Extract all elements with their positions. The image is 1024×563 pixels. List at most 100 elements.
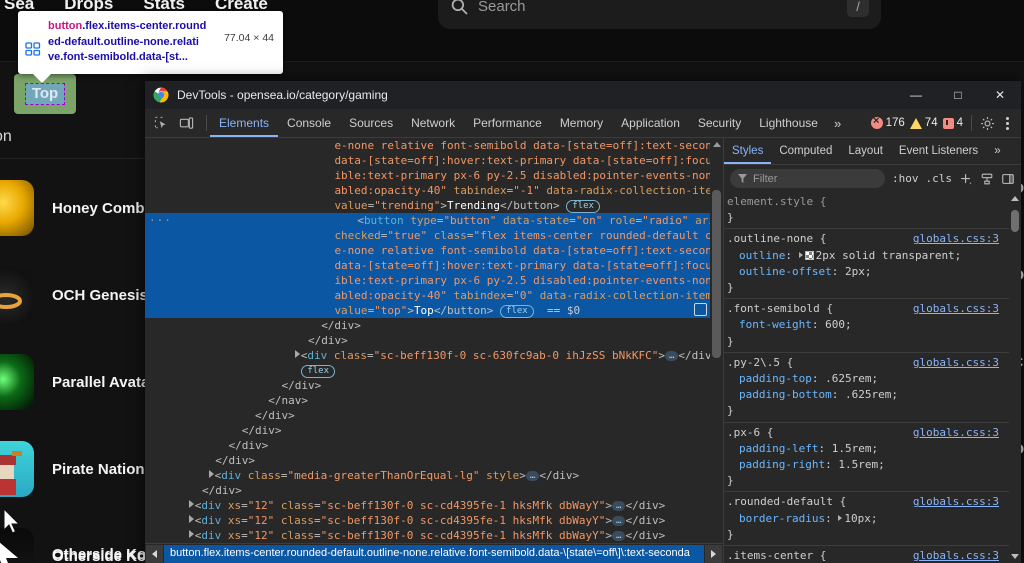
css-property[interactable]: font-weight xyxy=(727,318,812,331)
toggle-hover-state-button[interactable]: :hov xyxy=(892,172,919,185)
device-toolbar-icon[interactable] xyxy=(179,116,194,131)
breadcrumb-scroll-left[interactable] xyxy=(146,544,163,563)
dom-tree-line[interactable]: <div class="media-greaterThanOrEqual-lg"… xyxy=(145,468,723,483)
inspect-element-icon[interactable] xyxy=(154,116,169,131)
css-declaration[interactable]: font-weight: 600; xyxy=(727,317,1021,333)
styles-filter-input[interactable]: Filter xyxy=(730,169,885,188)
css-source-link[interactable]: globals.css:3 xyxy=(913,231,999,247)
expand-shorthand-icon[interactable] xyxy=(798,251,803,258)
gear-icon[interactable] xyxy=(980,116,995,131)
dom-tree-line[interactable]: e-none relative font-semibold data-[stat… xyxy=(145,138,723,153)
css-rule[interactable]: element.style {} xyxy=(724,192,1021,230)
dom-tree-line[interactable]: e-none relative font-semibold data-[stat… xyxy=(145,243,723,258)
css-value[interactable]: : 10px; xyxy=(825,512,877,525)
minimize-button[interactable]: — xyxy=(895,81,937,109)
dom-tree-line[interactable]: ible:text-primary px-6 py-2.5 disabled:p… xyxy=(145,168,723,183)
css-selector[interactable]: .py-2\.5 { xyxy=(727,356,793,369)
maximize-button[interactable]: □ xyxy=(937,81,979,109)
css-value[interactable]: : 600; xyxy=(812,318,852,331)
css-declaration[interactable]: outline-offset: 2px; xyxy=(727,264,1021,280)
collapsed-children-badge[interactable]: … xyxy=(612,501,626,511)
dom-tree-line[interactable]: flex xyxy=(145,363,723,378)
error-count-badge[interactable]: 176 xyxy=(870,115,905,129)
css-selector[interactable]: .px-6 { xyxy=(727,426,773,439)
dom-tree-line[interactable]: data-[state=off]:hover:text-primary data… xyxy=(145,258,723,273)
flex-badge[interactable]: flex xyxy=(566,200,600,213)
tab-application[interactable]: Application xyxy=(612,109,689,137)
dom-tree-line[interactable]: abled:opacity-40" tabindex="-1" data-rad… xyxy=(145,183,723,198)
css-source-link[interactable]: globals.css:3 xyxy=(913,548,999,563)
flex-badge[interactable]: flex xyxy=(301,365,336,378)
dom-tree-line[interactable]: </div> xyxy=(145,378,723,393)
css-rule[interactable]: .py-2\.5 {globals.css:3 padding-top: .625… xyxy=(724,353,1021,423)
flex-badge[interactable]: flex xyxy=(500,305,534,318)
computed-styles-sidebar-icon[interactable] xyxy=(980,172,994,186)
dom-tree-line[interactable]: </div> xyxy=(145,318,723,333)
styles-tab-event-listeners[interactable]: Event Listeners xyxy=(891,138,986,164)
css-property[interactable]: padding-left xyxy=(727,442,818,455)
color-swatch[interactable] xyxy=(804,250,814,260)
css-declaration[interactable]: outline: 2px solid transparent; xyxy=(727,248,1021,264)
tab-sources[interactable]: Sources xyxy=(340,109,402,137)
dom-tree-line[interactable]: <div class="sc-beff130f-0 sc-630fc9ab-0 … xyxy=(145,348,723,363)
expand-triangle-icon[interactable] xyxy=(208,470,214,478)
tab-memory[interactable]: Memory xyxy=(551,109,612,137)
dom-tree-scrollbar[interactable] xyxy=(710,138,723,563)
dom-tree-line[interactable]: </div> xyxy=(145,453,723,468)
search-input[interactable]: Search / xyxy=(438,0,881,29)
styles-more-tabs-icon[interactable]: » xyxy=(986,138,1008,164)
collapsed-children-badge[interactable]: … xyxy=(525,471,540,481)
styles-tab-computed[interactable]: Computed xyxy=(771,138,840,164)
css-rule[interactable]: .font-semibold {globals.css:3 font-weight… xyxy=(724,299,1021,353)
css-rule[interactable]: .px-6 {globals.css:3 padding-left: 1.5rem… xyxy=(724,423,1021,493)
dom-tree-line[interactable]: </div> xyxy=(145,423,723,438)
issue-count-badge[interactable]: 4 xyxy=(942,117,963,129)
elements-dom-tree[interactable]: e-none relative font-semibold data-[stat… xyxy=(145,138,723,563)
toggle-class-button[interactable]: .cls xyxy=(926,172,953,185)
warning-count-badge[interactable]: 74 xyxy=(909,117,938,129)
styles-tab-layout[interactable]: Layout xyxy=(840,138,891,164)
css-value[interactable]: : 1.5rem; xyxy=(818,442,878,455)
css-property[interactable]: padding-right xyxy=(727,458,825,471)
css-rule[interactable]: .items-center {globals.css:3align-items:… xyxy=(724,546,1021,563)
tab-lighthouse[interactable]: Lighthouse xyxy=(750,109,827,137)
tab-network[interactable]: Network xyxy=(402,109,464,137)
css-selector[interactable]: .font-semibold { xyxy=(727,302,833,315)
css-rule[interactable]: .rounded-default {globals.css:3 border-ra… xyxy=(724,492,1021,547)
css-rules-list[interactable]: element.style {} .outline-none { globals.c… xyxy=(724,192,1021,563)
dom-scroll-up-icon[interactable] xyxy=(713,142,721,147)
css-source-link[interactable]: globals.css:3 xyxy=(913,425,999,441)
css-value[interactable]: : 2px solid transparent; xyxy=(785,249,961,262)
dom-tree-line[interactable]: <div xs="12" class="sc-beff130f-0 sc-cd4… xyxy=(145,528,723,543)
css-source-link[interactable]: globals.css:3 xyxy=(913,355,999,371)
tab-security[interactable]: Security xyxy=(689,109,750,137)
dom-tree-line[interactable]: </div> xyxy=(145,408,723,423)
css-selector[interactable]: .items-center { xyxy=(727,549,826,562)
close-button[interactable]: ✕ xyxy=(979,81,1021,109)
dom-tree-line[interactable]: <div xs="12" class="sc-beff130f-0 sc-cd4… xyxy=(145,513,723,528)
dom-tree-line[interactable]: data-[state=off]:hover:text-primary data… xyxy=(145,153,723,168)
dom-tree-line[interactable]: <div xs="12" class="sc-beff130f-0 sc-cd4… xyxy=(145,498,723,513)
dom-tree-line[interactable]: value="trending">Trending</button> flex xyxy=(145,198,723,213)
more-tabs-icon[interactable]: » xyxy=(827,109,848,137)
dom-tree-line[interactable]: </div> xyxy=(145,438,723,453)
dom-tree-line[interactable]: ··· <button type="button" data-state="on… xyxy=(145,213,723,228)
css-declaration[interactable]: border-radius: 10px; xyxy=(727,511,1021,527)
css-property[interactable]: border-radius xyxy=(727,512,825,525)
styles-scrollbar[interactable] xyxy=(1009,192,1021,563)
css-value[interactable]: : 1.5rem; xyxy=(825,458,885,471)
css-declaration[interactable]: padding-bottom: .625rem; xyxy=(727,387,1021,403)
new-style-rule-icon[interactable] xyxy=(959,172,973,186)
styles-scroll-up-icon[interactable] xyxy=(1011,196,1019,201)
expand-triangle-icon[interactable] xyxy=(188,530,194,538)
css-source-link[interactable]: globals.css:3 xyxy=(913,301,999,317)
css-property[interactable]: padding-bottom xyxy=(727,388,832,401)
css-declaration[interactable]: padding-right: 1.5rem; xyxy=(727,457,1021,473)
css-selector[interactable]: .outline-none { xyxy=(727,232,826,245)
breadcrumb-selected-node[interactable]: button.flex.items-center.rounded-default… xyxy=(164,544,704,563)
dom-scrollbar-thumb[interactable] xyxy=(712,190,721,358)
expand-shorthand-icon[interactable] xyxy=(838,514,843,521)
collapsed-children-badge[interactable]: … xyxy=(612,516,626,526)
tab-console[interactable]: Console xyxy=(278,109,340,137)
dom-tree-line[interactable]: checked="true" class="flex items-center … xyxy=(145,228,723,243)
